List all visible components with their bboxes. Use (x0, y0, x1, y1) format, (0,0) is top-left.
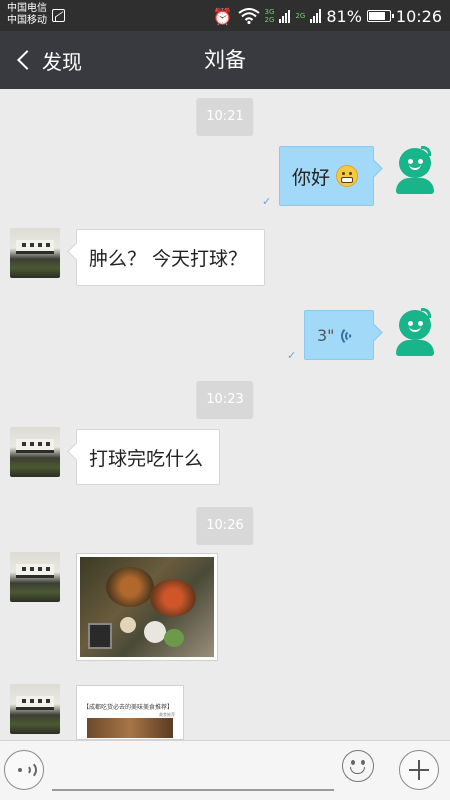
status-bar: 中国电信 中国移动 ⏰ 3G 2G 2G 81% 10:26 (0, 0, 450, 31)
more-button[interactable] (399, 750, 439, 790)
battery-fill (368, 12, 385, 20)
signal-icon (279, 9, 291, 23)
avatar[interactable] (395, 308, 437, 356)
input-bar (0, 740, 450, 800)
battery-icon (366, 10, 394, 22)
image-icon (52, 9, 65, 22)
chevron-left-icon (17, 50, 37, 70)
voice-duration: 3" (317, 325, 335, 345)
timestamp: 10:21 (196, 98, 254, 136)
article-message[interactable]: 【成都吃货必去的美味美食推荐】 美食推荐 (76, 685, 184, 740)
voice-message-bubble[interactable]: 3" (304, 310, 374, 360)
timestamp: 10:26 (196, 507, 254, 545)
sent-check-icon: ✓ (287, 349, 297, 362)
voice-toggle-button[interactable] (4, 750, 44, 790)
alarm-icon: ⏰ (212, 6, 233, 26)
article-thumbnail (87, 718, 173, 738)
sent-check-icon: ✓ (262, 195, 272, 208)
carrier-info: 中国电信 中国移动 (7, 3, 47, 27)
message-text: 肿么？ 今天打球？ (89, 248, 248, 270)
timestamp: 10:23 (196, 381, 254, 419)
carrier-1: 中国电信 (7, 3, 47, 14)
clock: 10:26 (395, 6, 442, 26)
status-icons: ⏰ 3G 2G 2G 81% 10:26 (213, 5, 442, 27)
image-message[interactable] (76, 553, 218, 661)
network-3g: 3G (264, 8, 275, 16)
contact-avatar[interactable] (10, 552, 60, 602)
carrier-2: 中国移动 (7, 15, 47, 26)
emoji-icon (350, 767, 365, 774)
battery-percent: 81% (326, 6, 362, 26)
title-bar: 刘备 发现 (0, 31, 450, 89)
grinning-emoji-icon (336, 165, 359, 187)
contact-avatar[interactable] (10, 427, 60, 477)
back-label: 发现 (42, 49, 82, 74)
network-type-tags: 3G 2G (265, 8, 275, 24)
emoji-button[interactable] (342, 750, 374, 782)
contact-avatar[interactable] (10, 228, 60, 278)
food-photo (80, 557, 214, 657)
contact-avatar[interactable] (10, 684, 60, 734)
network-type-tags-2: 2G (295, 12, 305, 20)
network-2g: 2G (264, 16, 275, 24)
voice-wave-icon (341, 326, 363, 346)
signal-icon-2 (310, 9, 322, 23)
message-bubble-outgoing[interactable]: 你好 (279, 146, 374, 206)
network-2g-b: 2G (295, 12, 306, 20)
message-text: 打球完吃什么 (89, 447, 204, 470)
article-title: 【成都吃货必去的美味美食推荐】 (83, 704, 174, 711)
message-bubble-incoming[interactable]: 肿么？ 今天打球？ (76, 229, 265, 286)
back-button[interactable]: 发现 (14, 31, 82, 89)
avatar[interactable] (395, 146, 437, 194)
message-input[interactable] (52, 789, 334, 791)
wifi-icon (237, 8, 260, 24)
message-bubble-incoming[interactable]: 打球完吃什么 (76, 429, 220, 485)
message-text: 你好 (292, 166, 331, 189)
